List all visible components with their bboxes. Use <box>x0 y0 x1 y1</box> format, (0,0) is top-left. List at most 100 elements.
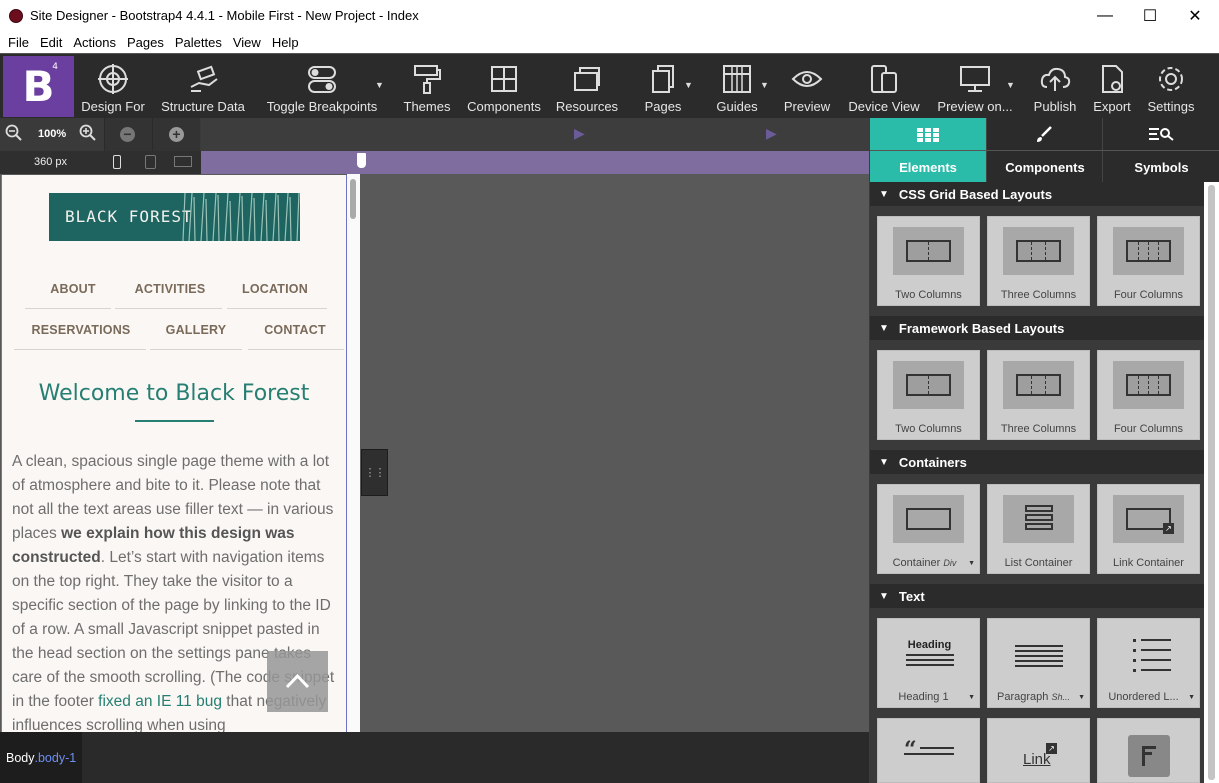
list-container-card[interactable]: List Container <box>987 484 1090 574</box>
page-scrollbar[interactable] <box>347 174 360 732</box>
card-label: Unordered L... <box>1108 691 1179 703</box>
resources-button[interactable]: Resources <box>554 54 620 117</box>
desktop-icon[interactable] <box>174 156 192 167</box>
logo-letter: B <box>22 62 55 111</box>
structure-data-button[interactable]: Structure Data <box>159 54 247 117</box>
remove-breakpoint-button[interactable]: − <box>104 118 152 151</box>
site-logo-text: BLACK FOREST <box>65 207 193 226</box>
ie-bug-link[interactable]: fixed an IE 11 bug <box>98 693 222 710</box>
menu-help[interactable]: Help <box>272 35 299 50</box>
element-breadcrumb[interactable]: Body .body-1 <box>0 732 82 783</box>
breakpoint-marker-icon[interactable]: ▶ <box>574 125 585 142</box>
text-line <box>904 753 954 755</box>
design-for-button[interactable]: Design For <box>80 54 146 117</box>
chevron-down-icon[interactable]: ▼ <box>684 80 693 90</box>
nav-activities[interactable]: ACTIVITIES <box>120 282 220 296</box>
heading-card[interactable]: Heading Heading 1 ▼ <box>877 618 980 708</box>
breakpoint-slider-track[interactable] <box>201 151 869 174</box>
export-button[interactable]: Export <box>1090 54 1134 117</box>
text-line <box>1141 639 1171 641</box>
scrollbar-thumb[interactable] <box>1208 185 1215 780</box>
menu-view[interactable]: View <box>233 35 261 50</box>
card-label: Two Columns <box>895 423 962 435</box>
pages-button[interactable]: Pages ▼ <box>640 54 693 117</box>
three-columns-card[interactable]: Three Columns <box>987 350 1090 440</box>
three-columns-card[interactable]: Three Columns <box>987 216 1090 306</box>
welcome-heading: Welcome to Black Forest <box>38 381 310 406</box>
four-columns-card[interactable]: Four Columns <box>1097 216 1200 306</box>
preview-on-button[interactable]: Preview on... ▼ <box>936 54 1015 117</box>
list-container-thumb <box>1003 495 1074 543</box>
zoom-level[interactable]: 100% <box>38 128 66 140</box>
nav-gallery[interactable]: GALLERY <box>155 323 237 337</box>
preview-button[interactable]: Preview <box>780 54 834 117</box>
chevron-down-icon[interactable]: ▼ <box>375 80 384 90</box>
icon-thumb <box>1128 735 1170 777</box>
scrollbar-thumb[interactable] <box>350 179 356 219</box>
dropdown-arrow-icon[interactable]: ▼ <box>968 694 975 701</box>
two-columns-card[interactable]: Two Columns <box>877 350 980 440</box>
dropdown-arrow-icon[interactable]: ▼ <box>1078 694 1085 701</box>
nav-about[interactable]: ABOUT <box>38 282 108 296</box>
tablet-icon[interactable] <box>145 155 156 169</box>
breakpoint-ruler[interactable]: ▶ ▶ <box>201 118 869 151</box>
blockquote-card[interactable]: “ <box>877 718 980 783</box>
dropdown-arrow-icon[interactable]: ▼ <box>968 560 975 567</box>
breakpoint-marker-icon[interactable]: ▶ <box>766 125 777 142</box>
site-logo[interactable]: BLACK FOREST <box>49 193 300 241</box>
zoom-out-icon[interactable] <box>5 124 23 142</box>
publish-button[interactable]: Publish <box>1030 54 1080 117</box>
gear-icon <box>1159 67 1183 91</box>
four-columns-card[interactable]: Four Columns <box>1097 350 1200 440</box>
grid-icon <box>917 128 939 142</box>
guides-button[interactable]: Guides ▼ <box>714 54 769 117</box>
section-css-grid-layouts[interactable]: ▼ CSS Grid Based Layouts <box>870 182 1204 206</box>
bootstrap-logo: B4 <box>3 56 74 117</box>
maximize-button[interactable]: ☐ <box>1127 0 1173 31</box>
chevron-down-icon[interactable]: ▼ <box>1006 80 1015 90</box>
nav-reservations[interactable]: RESERVATIONS <box>24 323 138 337</box>
menu-palettes[interactable]: Palettes <box>175 35 222 50</box>
dropdown-arrow-icon[interactable]: ▼ <box>1188 694 1195 701</box>
nav-divider <box>115 308 222 309</box>
tab-symbols-label: Symbols <box>1134 160 1189 175</box>
section-text[interactable]: ▼ Text <box>870 584 1204 608</box>
breakpoint-slider-handle[interactable] <box>357 153 366 168</box>
publish-label: Publish <box>1033 99 1077 114</box>
panel-scrollbar[interactable] <box>1204 182 1219 783</box>
nav-location[interactable]: LOCATION <box>230 282 320 296</box>
nav-contact[interactable]: CONTACT <box>252 323 338 337</box>
two-columns-card[interactable]: Two Columns <box>877 216 980 306</box>
text-line <box>906 659 954 661</box>
chevron-down-icon[interactable]: ▼ <box>760 80 769 90</box>
font-awesome-card[interactable] <box>1097 718 1200 783</box>
section-containers[interactable]: ▼ Containers <box>870 450 1204 474</box>
minimize-button[interactable]: — <box>1082 0 1128 31</box>
menu-file[interactable]: File <box>8 35 29 50</box>
container-card[interactable]: Container Div ▼ <box>877 484 980 574</box>
link-card[interactable]: Link ↗ <box>987 718 1090 783</box>
section-framework-layouts[interactable]: ▼ Framework Based Layouts <box>870 316 1204 340</box>
unordered-list-card[interactable]: Unordered L... ▼ <box>1097 618 1200 708</box>
settings-button[interactable]: Settings <box>1144 54 1198 117</box>
back-to-top-button[interactable] <box>267 651 328 712</box>
devices-icon <box>871 65 897 93</box>
menu-edit[interactable]: Edit <box>40 35 62 50</box>
menu-actions[interactable]: Actions <box>73 35 116 50</box>
device-view-button[interactable]: Device View <box>846 54 922 117</box>
minus-circle-icon: − <box>120 127 135 142</box>
add-breakpoint-button[interactable]: + <box>152 118 200 151</box>
link-container-card[interactable]: ↗ Link Container <box>1097 484 1200 574</box>
toggle-breakpoints-button[interactable]: Toggle Breakpoints ▼ <box>264 54 384 117</box>
card-label: Four Columns <box>1113 423 1184 435</box>
card-label: Three Columns <box>1000 423 1077 435</box>
close-button[interactable]: ✕ <box>1172 0 1218 31</box>
paragraph-card[interactable]: Paragraph Sh... ▼ <box>987 618 1090 708</box>
phone-icon[interactable] <box>113 155 121 169</box>
menu-pages[interactable]: Pages <box>127 35 164 50</box>
resize-handle[interactable]: ⋮⋮ <box>361 449 388 496</box>
themes-button[interactable]: Themes <box>400 54 454 117</box>
components-button[interactable]: Components <box>466 54 542 117</box>
zoom-in-icon[interactable] <box>79 124 97 142</box>
text-line <box>920 747 954 749</box>
